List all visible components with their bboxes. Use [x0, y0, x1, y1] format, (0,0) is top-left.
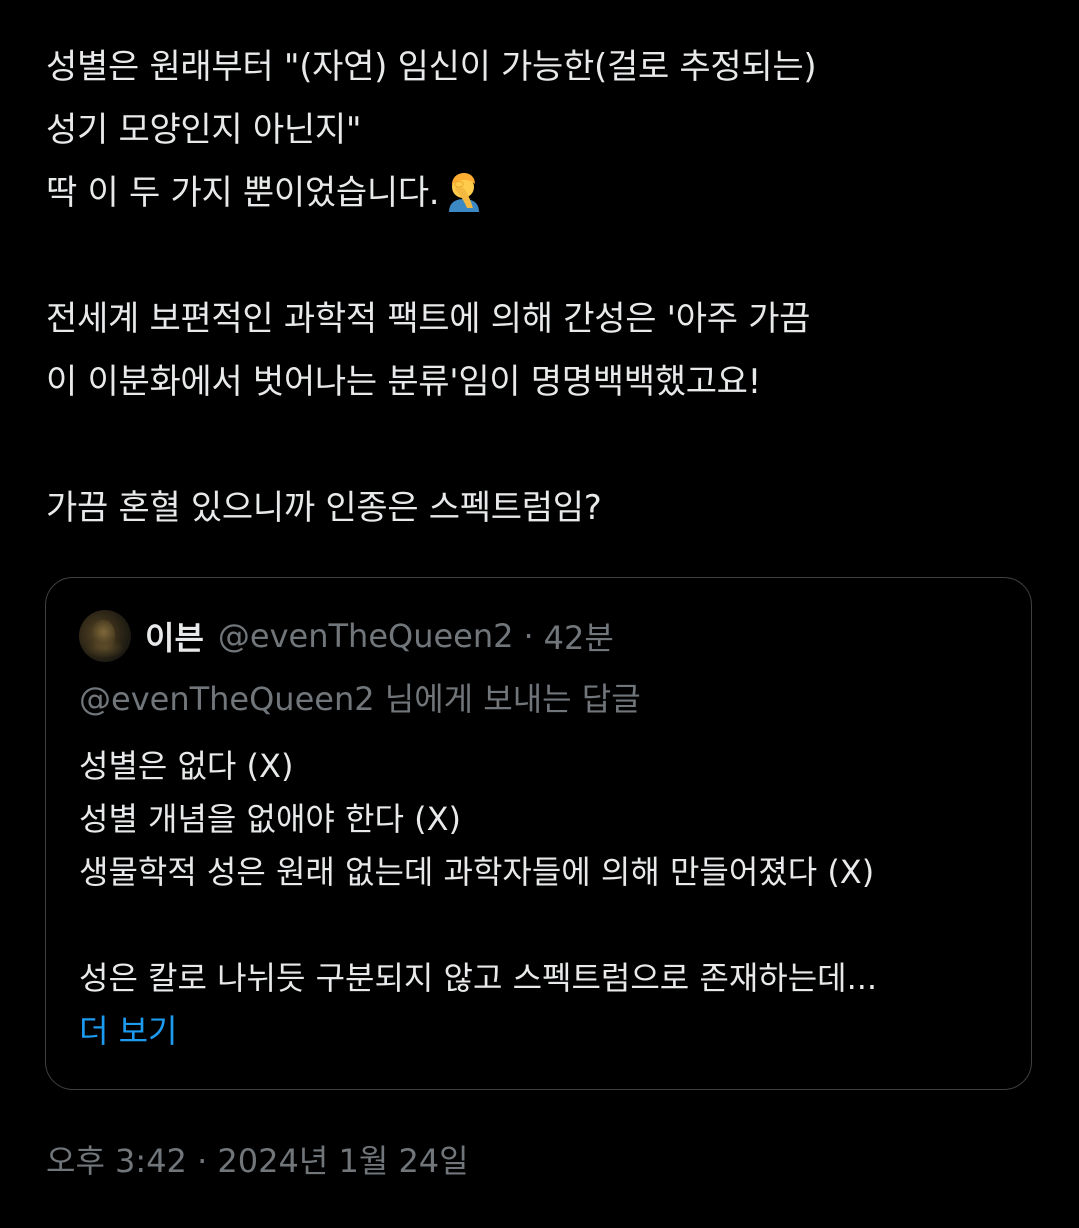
tweet-line: 성기 모양인지 아닌지": [46, 110, 362, 150]
tweet-line-with-emoji: 딱 이 두 가지 뿐이었습니다.: [46, 162, 1046, 225]
tweet-text: 성별은 원래부터 "(자연) 임신이 가능한(걸로 추정되는) 성기 모양인지 …: [46, 36, 1046, 540]
quoted-line: 성별은 없다 (X): [79, 747, 294, 785]
tweet-line: 성별은 원래부터 "(자연) 임신이 가능한(걸로 추정되는): [46, 47, 817, 87]
quoted-tweet-text: 성별은 없다 (X) 성별 개념을 없애야 한다 (X) 생물학적 성은 원래 …: [79, 740, 877, 1058]
tweet-timestamp[interactable]: 오후 3:42 · 2024년 1월 24일: [46, 1136, 469, 1182]
quoted-tweet-time[interactable]: 42분: [544, 613, 614, 659]
facepalm-icon: [449, 173, 480, 212]
tweet-line-text: 딱 이 두 가지 뿐이었습니다.: [46, 173, 440, 213]
quoted-author-handle[interactable]: @evenTheQueen2: [218, 617, 514, 655]
reply-context: @evenTheQueen2 님에게 보내는 답글: [79, 680, 641, 718]
show-more-link[interactable]: 더 보기: [79, 1012, 178, 1050]
quoted-line: 성은 칼로 나뉘듯 구분되지 않고 스펙트럼으로 존재하는데...: [79, 959, 878, 997]
quoted-tweet-card[interactable]: 이븐 @evenTheQueen2 · 42분 @evenTheQueen2 님…: [45, 577, 1032, 1090]
quoted-tweet-header: 이븐 @evenTheQueen2 · 42분: [79, 608, 614, 664]
tweet-line: 전세계 보편적인 과학적 팩트에 의해 간성은 '아주 가끔: [46, 299, 811, 339]
tweet-line: 이 이분화에서 벗어나는 분류'임이 명명백백했고요!: [46, 362, 761, 402]
quoted-author-name[interactable]: 이븐: [145, 613, 204, 659]
quoted-line: 성별 개념을 없애야 한다 (X): [79, 800, 461, 838]
quoted-line: 생물학적 성은 원래 없는데 과학자들에 의해 만들어졌다 (X): [79, 853, 875, 891]
avatar[interactable]: [79, 610, 131, 662]
separator-dot: ·: [523, 617, 534, 655]
tweet-line: 가끔 혼혈 있으니까 인종은 스펙트럼임?: [46, 488, 602, 528]
